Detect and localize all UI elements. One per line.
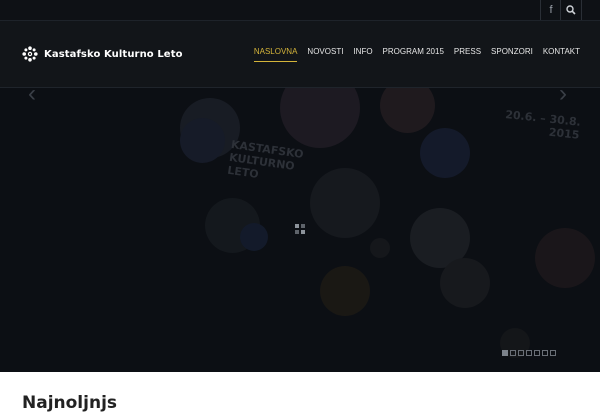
nav-item-info[interactable]: INFO [353, 46, 372, 62]
decor-circle [180, 118, 225, 163]
hero-slider: KASTAFSKO KULTURNO LETO 20.6. – 30.8. 20… [0, 88, 600, 372]
slider-prev-arrow[interactable]: ‹ [28, 88, 36, 106]
site-title: Kastafsko Kulturno Leto [44, 48, 183, 60]
main-content: Najnoljnjs [0, 372, 600, 413]
slider-next-arrow[interactable]: › [559, 88, 567, 106]
main-nav: NASLOVNA NOVOSTI INFO PROGRAM 2015 PRESS… [244, 46, 580, 62]
slider-pagination [502, 350, 558, 356]
decor-circle [310, 168, 380, 238]
decor-circle [440, 258, 490, 308]
slider-dot[interactable] [510, 350, 516, 356]
nav-item-sponzori[interactable]: SPONZORI [491, 46, 533, 62]
nav-item-novosti[interactable]: NOVOSTI [307, 46, 343, 62]
nav-item-kontakt[interactable]: KONTAKT [543, 46, 580, 62]
nav-item-press[interactable]: PRESS [454, 46, 481, 62]
slider-dot[interactable] [550, 350, 556, 356]
nav-item-program-2015[interactable]: PROGRAM 2015 [383, 46, 444, 62]
loading-icon [295, 224, 305, 234]
decor-circle [370, 238, 390, 258]
decor-circle [280, 88, 360, 148]
slider-dot[interactable] [526, 350, 532, 356]
decor-circle [535, 228, 595, 288]
decor-circle [240, 223, 268, 251]
site-logo[interactable]: Kastafsko Kulturno Leto [22, 46, 183, 62]
slider-dot[interactable] [502, 350, 508, 356]
nav-item-naslovna[interactable]: NASLOVNA [253, 46, 298, 62]
logo-mark-icon [22, 46, 38, 62]
decor-circle [380, 88, 435, 133]
slider-dot[interactable] [518, 350, 524, 356]
poster-date: 20.6. – 30.8. 2015 [503, 108, 582, 142]
site-header: Kastafsko Kulturno Leto NASLOVNA NOVOSTI… [0, 21, 600, 88]
slider-dot[interactable] [542, 350, 548, 356]
section-title: Najnoljnjs [22, 393, 118, 413]
slider-dot[interactable] [534, 350, 540, 356]
decor-circle [420, 128, 470, 178]
facebook-icon[interactable]: f [540, 0, 561, 20]
poster-title: KASTAFSKO KULTURNO LETO [227, 138, 305, 187]
decor-circle [320, 266, 370, 316]
top-bar: f [0, 0, 600, 21]
search-icon[interactable] [560, 0, 582, 20]
